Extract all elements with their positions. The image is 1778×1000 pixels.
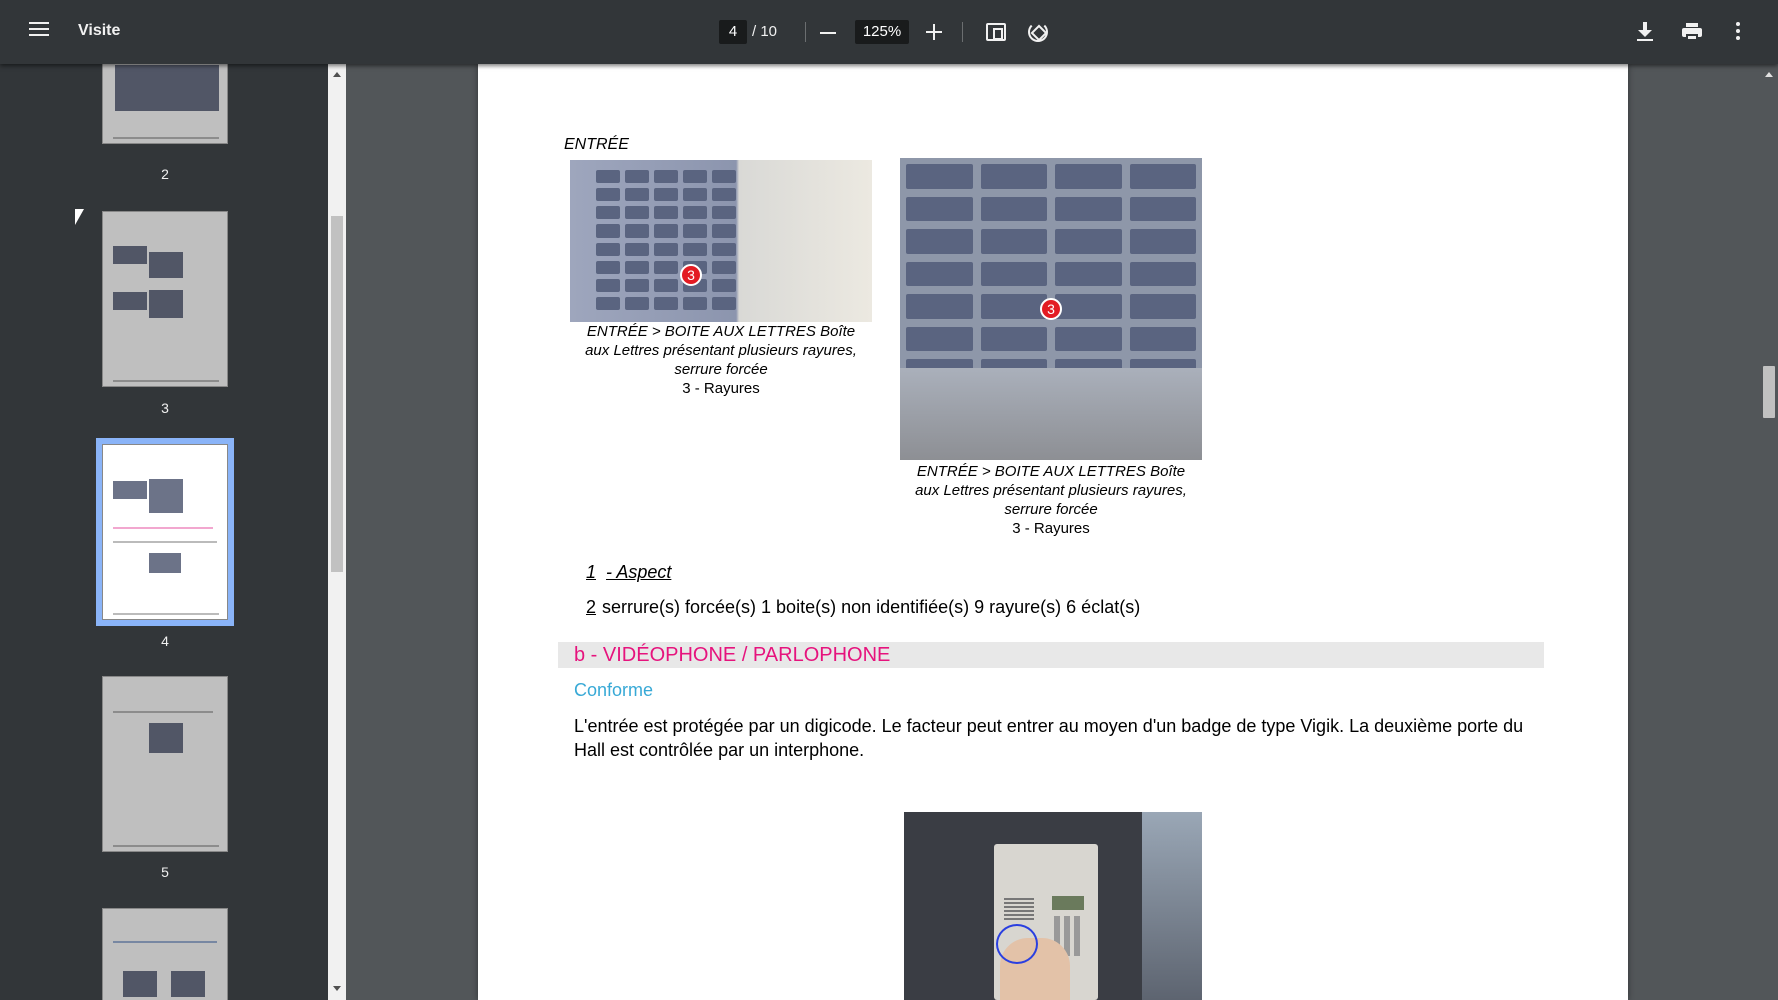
defect-marker: 3 [680, 264, 702, 286]
status-label: Conforme [574, 680, 654, 700]
rotate-icon[interactable] [1028, 22, 1048, 42]
page-thumbnail-3[interactable] [102, 211, 228, 387]
print-icon[interactable] [1682, 23, 1702, 41]
thumbnail-label: 2 [161, 166, 169, 182]
scroll-up-icon[interactable] [333, 72, 341, 77]
page-thumbnail-2[interactable] [102, 64, 228, 144]
page-total: / 10 [752, 23, 778, 40]
scroll-up-icon[interactable] [1765, 72, 1773, 77]
section-title-videophone: b - VIDÉOPHONE / PARLOPHONE [574, 644, 891, 666]
document-page: ENTRÉE 3 ENTRÉE > BOITE AUX LETTRES Boît… [478, 64, 1628, 1000]
sidebar-scrollbar[interactable] [328, 64, 346, 1000]
mailbox-photo-right: 3 [900, 158, 1202, 460]
thumbnail-label: 5 [161, 864, 169, 880]
toolbar-divider [962, 22, 963, 42]
thumbnail-label: 3 [161, 400, 169, 416]
page-thumbnail-5[interactable] [102, 676, 228, 852]
document-scrollbar[interactable] [1760, 64, 1778, 1000]
page-thumbnail-4[interactable] [96, 438, 234, 626]
pdf-toolbar: Visite 4 / 10 125% [0, 0, 1778, 64]
zoom-level-input[interactable]: 125% [855, 20, 909, 44]
photo-caption-left: ENTRÉE > BOITE AUX LETTRES Boîte aux Let… [585, 323, 857, 397]
thumbnail-sidebar: 2 3 4 5 [0, 64, 328, 1000]
page-number-input[interactable]: 4 [719, 20, 747, 44]
aspect-heading: 1- Aspect [586, 562, 672, 582]
intercom-photo [904, 812, 1202, 1000]
section-paragraph: L'entrée est protégée par un digicode. L… [574, 716, 1524, 760]
document-scroll-thumb[interactable] [1763, 366, 1775, 418]
sidebar-scroll-thumb[interactable] [331, 216, 343, 572]
section-heading-entree: ENTRÉE [564, 136, 629, 153]
zoom-out-icon[interactable] [820, 32, 836, 34]
mailbox-photo-left: 3 [570, 160, 872, 322]
zoom-in-icon[interactable] [926, 24, 942, 40]
defect-counts: 2 serrure(s) forcée(s) 1 boite(s) non ide… [586, 597, 1141, 617]
menu-icon[interactable] [22, 18, 56, 46]
document-title: Visite [78, 22, 121, 39]
fit-to-page-icon[interactable] [986, 23, 1006, 41]
photo-caption-right: ENTRÉE > BOITE AUX LETTRES Boîte aux Let… [915, 463, 1187, 537]
download-icon[interactable] [1636, 22, 1654, 42]
more-options-icon[interactable] [1736, 22, 1740, 42]
mouse-cursor-icon [75, 209, 84, 225]
defect-marker: 3 [1040, 298, 1062, 320]
thumbnail-label: 4 [161, 633, 169, 649]
toolbar-divider [805, 22, 806, 42]
scroll-down-icon[interactable] [333, 986, 341, 991]
page-thumbnail-6[interactable] [102, 908, 228, 1000]
